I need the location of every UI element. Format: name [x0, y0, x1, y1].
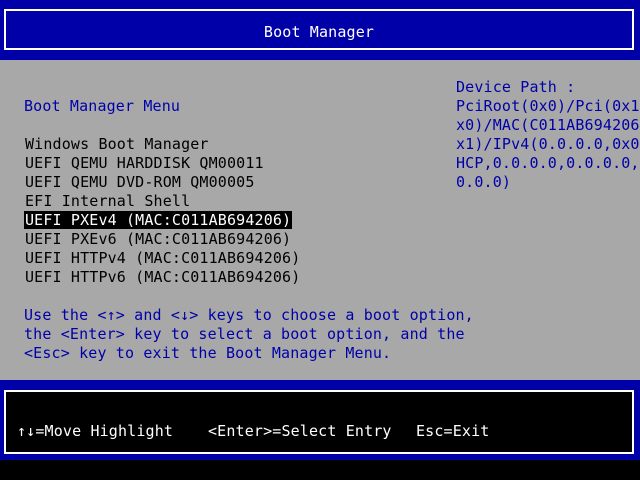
boot-option-windows-boot-manager[interactable]: Windows Boot Manager	[24, 135, 301, 154]
boot-option-label: UEFI QEMU HARDDISK QM00011	[25, 154, 264, 172]
menu-title: Boot Manager Menu	[24, 97, 181, 115]
device-path-panel: Device Path : PciRoot(0x0)/Pci(0x1,0 x0)…	[456, 78, 640, 192]
title-bar: Boot Manager	[4, 9, 634, 50]
bios-screen: Boot Manager Boot Manager Menu Windows B…	[0, 0, 640, 460]
device-path-heading: Device Path :	[456, 78, 576, 96]
boot-option-label: UEFI QEMU DVD-ROM QM00005	[25, 173, 255, 191]
boot-option-label: Windows Boot Manager	[25, 135, 209, 153]
boot-option-label: EFI Internal Shell	[25, 192, 191, 210]
boot-option-list: Windows Boot Manager UEFI QEMU HARDDISK …	[24, 135, 301, 287]
boot-option-pxev4[interactable]: UEFI PXEv4 (MAC:C011AB694206)	[24, 211, 301, 230]
boot-option-httpv6[interactable]: UEFI HTTPv6 (MAC:C011AB694206)	[24, 268, 301, 287]
boot-option-httpv4[interactable]: UEFI HTTPv4 (MAC:C011AB694206)	[24, 249, 301, 268]
page-title: Boot Manager	[263, 23, 375, 41]
boot-option-label: UEFI PXEv4 (MAC:C011AB694206)	[24, 211, 293, 229]
boot-option-label: UEFI PXEv6 (MAC:C011AB694206)	[25, 230, 292, 248]
help-line: <Esc> key to exit the Boot Manager Menu.	[24, 344, 392, 362]
boot-option-qemu-dvd-rom[interactable]: UEFI QEMU DVD-ROM QM00005	[24, 173, 301, 192]
move-highlight-hint: ↑↓=Move Highlight	[17, 422, 174, 440]
device-path-line: PciRoot(0x0)/Pci(0x1,0	[456, 97, 640, 115]
boot-option-label: UEFI HTTPv4 (MAC:C011AB694206)	[25, 249, 301, 267]
boot-option-efi-internal-shell[interactable]: EFI Internal Shell	[24, 192, 301, 211]
boot-option-qemu-harddisk[interactable]: UEFI QEMU HARDDISK QM00011	[24, 154, 301, 173]
device-path-line: HCP,0.0.0.0,0.0.0.0,0.	[456, 154, 640, 172]
bottom-border	[0, 460, 640, 480]
key-help-bar: ↑↓=Move Highlight <Enter>=Select Entry E…	[4, 390, 634, 454]
select-entry-hint: <Enter>=Select Entry	[208, 422, 392, 440]
boot-option-pxev6[interactable]: UEFI PXEv6 (MAC:C011AB694206)	[24, 230, 301, 249]
help-line: Use the <↑> and <↓> keys to choose a boo…	[24, 306, 474, 324]
device-path-line: 0.0.0)	[456, 173, 512, 191]
boot-option-label: UEFI HTTPv6 (MAC:C011AB694206)	[25, 268, 301, 286]
device-path-line: x1)/IPv4(0.0.0.0,0x0,D	[456, 135, 640, 153]
boot-manager-panel: Boot Manager Menu Windows Boot Manager U…	[0, 60, 640, 380]
exit-hint: Esc=Exit	[416, 422, 490, 440]
help-text: Use the <↑> and <↓> keys to choose a boo…	[24, 306, 474, 363]
help-line: the <Enter> key to select a boot option,…	[24, 325, 465, 343]
device-path-line: x0)/MAC(C011AB694206,0	[456, 116, 640, 134]
